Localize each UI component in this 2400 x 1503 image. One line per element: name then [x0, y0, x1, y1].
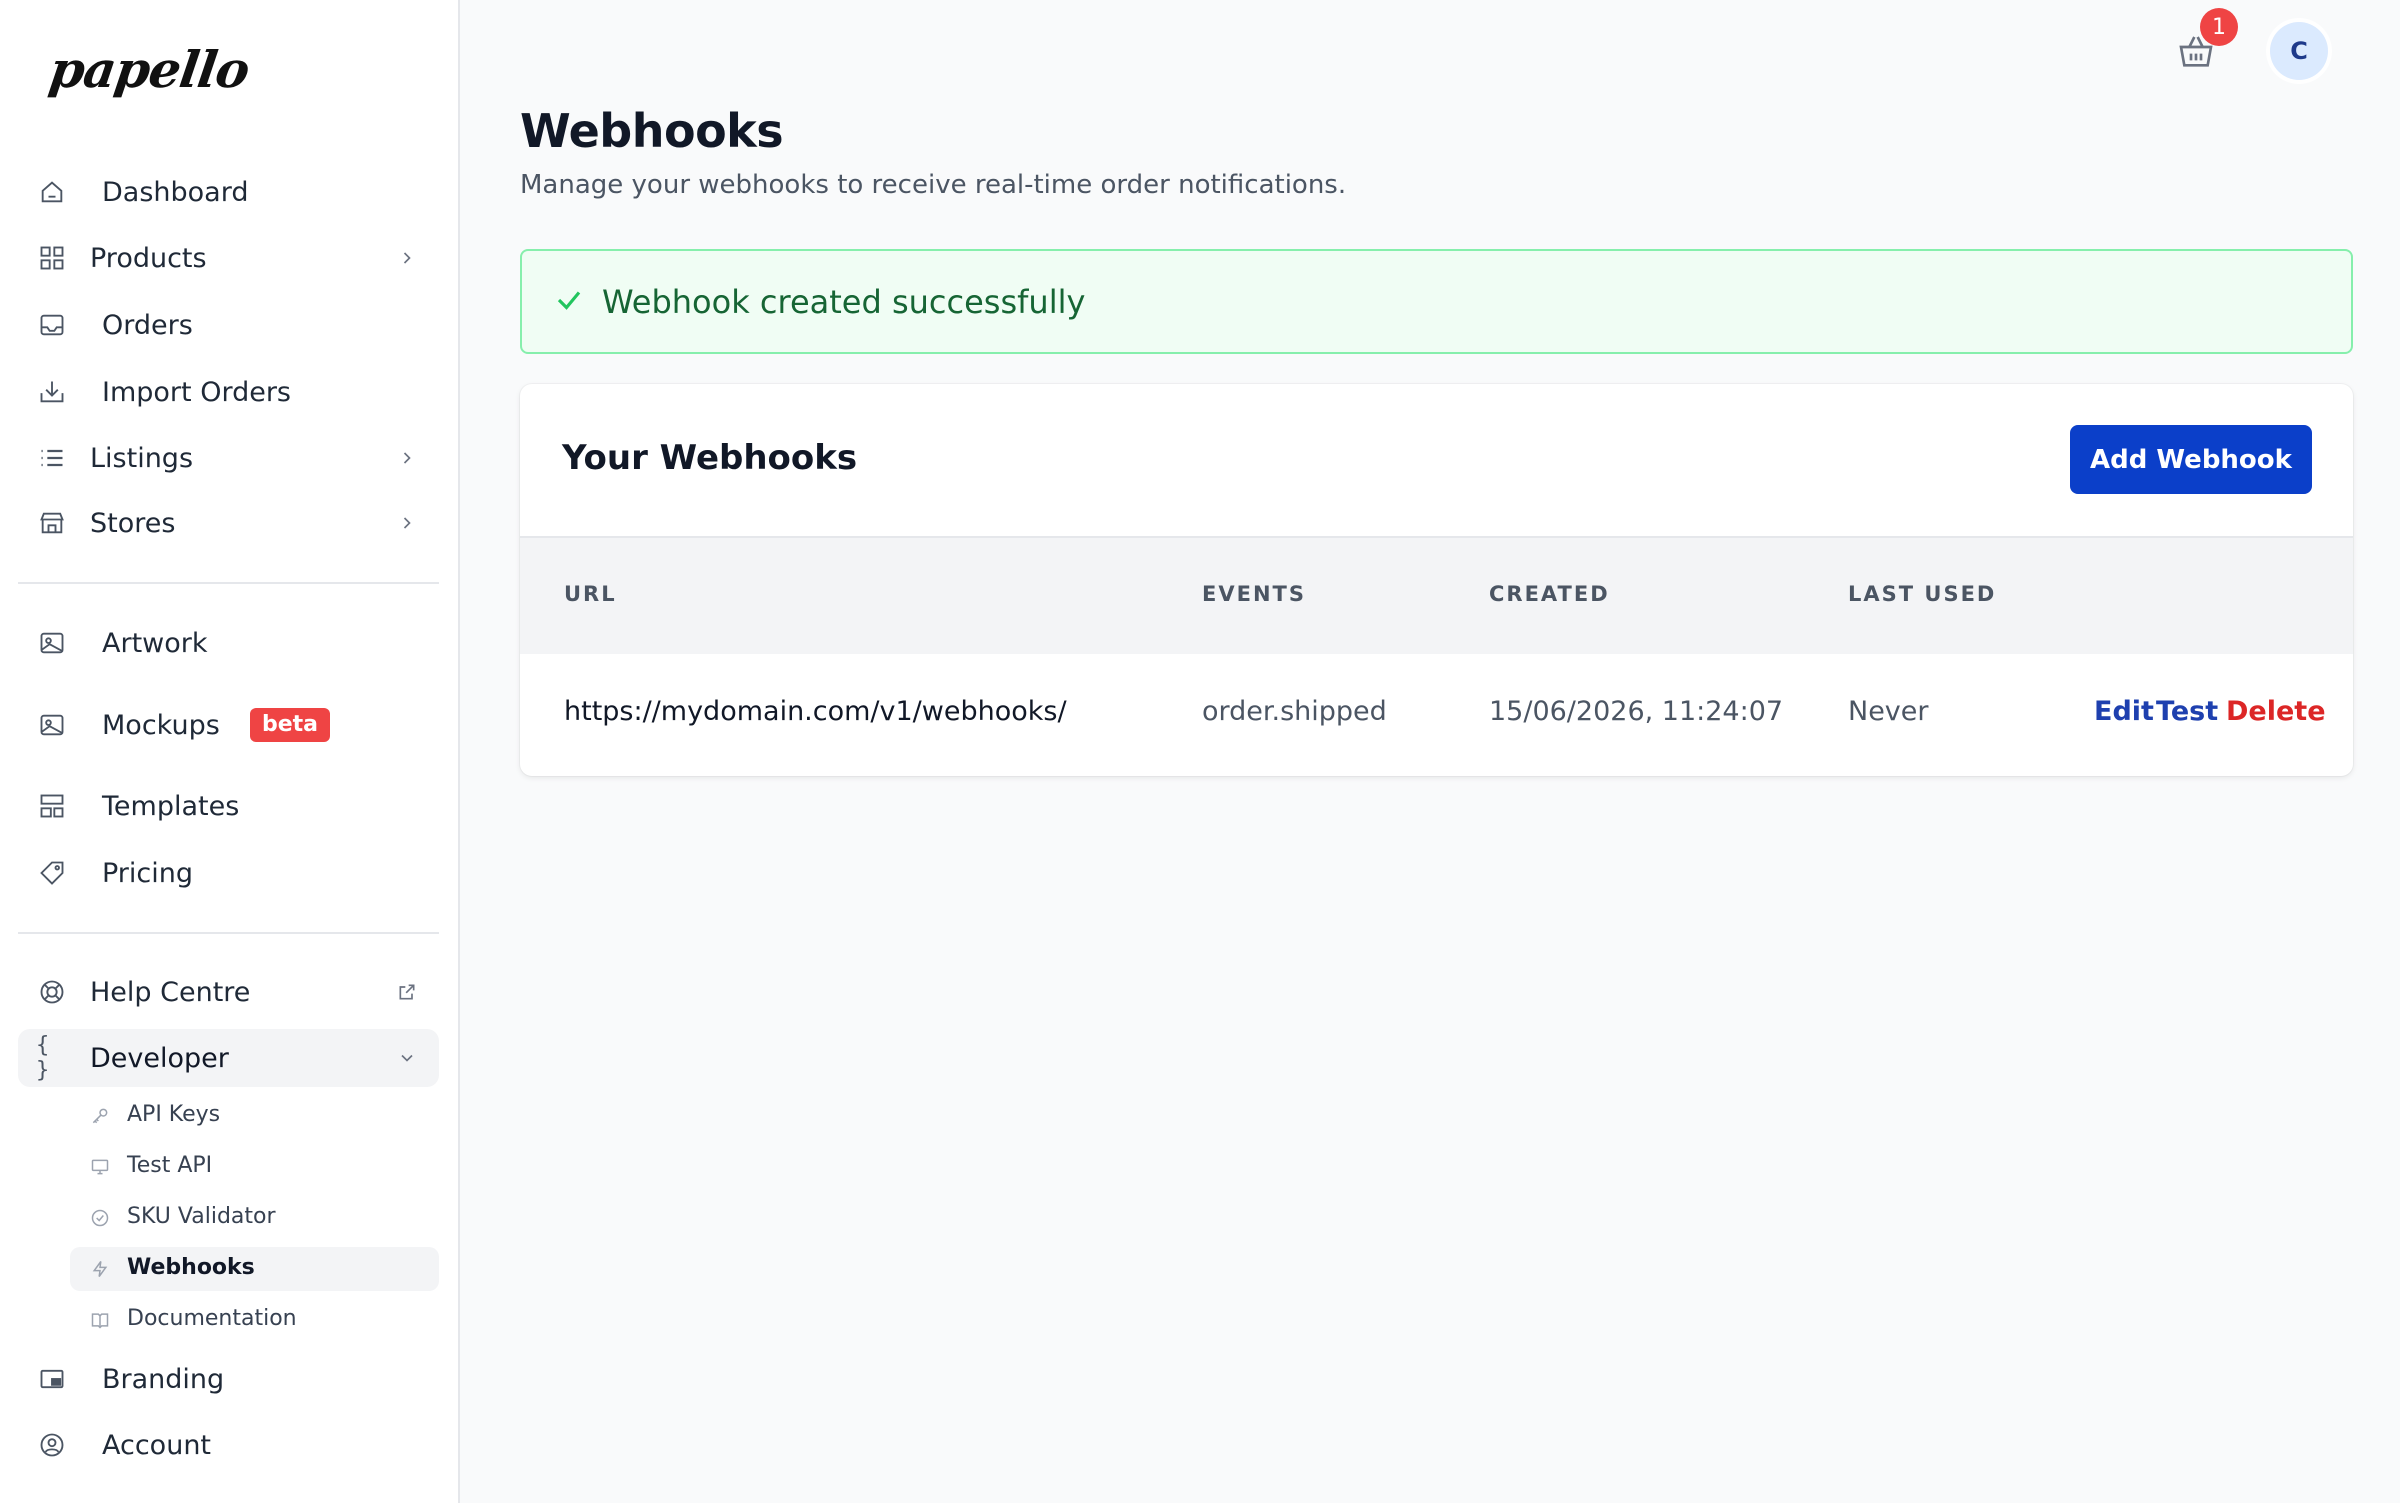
- table-row: https://mydomain.com/v1/webhooks/ order.…: [520, 654, 2353, 776]
- chevron-down-icon: [397, 1048, 417, 1068]
- sidebar-item-label: Account: [102, 1429, 212, 1461]
- sidebar-item-label: Developer: [90, 1042, 229, 1074]
- sidebar-subitem-test-api[interactable]: Test API: [70, 1145, 439, 1189]
- picture-in-picture-icon: [38, 1365, 66, 1393]
- sidebar-subitem-webhooks[interactable]: Webhooks: [70, 1247, 439, 1291]
- webhook-url: https://mydomain.com/v1/webhooks/: [564, 696, 1067, 727]
- sidebar-divider: [18, 932, 439, 934]
- sidebar-item-help-centre[interactable]: Help Centre: [18, 963, 439, 1021]
- list-icon: [38, 444, 66, 472]
- cart-count-badge: 1: [2200, 8, 2238, 46]
- column-header-events: EVENTS: [1202, 582, 1306, 606]
- sidebar-item-products[interactable]: Products: [18, 229, 439, 287]
- sidebar-subitem-api-keys[interactable]: API Keys: [70, 1094, 439, 1138]
- home-icon: [38, 178, 66, 206]
- sidebar-item-developer[interactable]: { } Developer: [18, 1029, 439, 1087]
- beta-badge: beta: [250, 708, 331, 742]
- sidebar-subitem-sku-validator[interactable]: SKU Validator: [70, 1196, 439, 1240]
- delete-link[interactable]: Delete: [2226, 696, 2326, 727]
- sidebar-item-label: Help Centre: [90, 976, 251, 1008]
- sidebar-item-label: Pricing: [102, 857, 194, 889]
- store-icon: [38, 509, 66, 537]
- sidebar-subitem-label: Documentation: [127, 1306, 297, 1331]
- chevron-right-icon: [397, 513, 417, 533]
- sidebar-item-label: Mockups: [102, 709, 220, 741]
- sidebar-item-stores[interactable]: Stores: [18, 494, 439, 552]
- image-icon: [38, 629, 66, 657]
- sidebar-subitem-documentation[interactable]: Documentation: [70, 1298, 439, 1342]
- key-icon: [90, 1106, 110, 1126]
- sidebar-item-dashboard[interactable]: Dashboard: [18, 163, 439, 221]
- sidebar-item-label: Dashboard: [102, 176, 249, 208]
- layout-icon: [38, 792, 66, 820]
- column-header-created: CREATED: [1489, 582, 1610, 606]
- image-icon: [38, 711, 66, 739]
- papello-logo[interactable]: papello: [46, 40, 253, 99]
- import-icon: [38, 378, 66, 406]
- page-title: Webhooks: [520, 104, 784, 158]
- sidebar-subitem-label: API Keys: [127, 1102, 221, 1127]
- card-title: Your Webhooks: [562, 438, 858, 478]
- sidebar-item-import-orders[interactable]: Import Orders: [18, 363, 439, 421]
- check-icon: [554, 285, 584, 315]
- sidebar-subitem-label: Test API: [127, 1153, 213, 1178]
- chevron-right-icon: [397, 248, 417, 268]
- monitor-icon: [90, 1157, 110, 1177]
- external-link-icon: [397, 982, 417, 1002]
- sidebar-item-listings[interactable]: Listings: [18, 429, 439, 487]
- grid-icon: [38, 244, 66, 272]
- column-header-url: URL: [564, 582, 617, 606]
- sidebar: papello Dashboard Products Orders Import…: [0, 0, 460, 1503]
- table-header: URL EVENTS CREATED LAST USED: [520, 536, 2353, 654]
- sidebar-item-pricing[interactable]: Pricing: [18, 844, 439, 902]
- lifebuoy-icon: [38, 978, 66, 1006]
- sidebar-divider: [18, 582, 439, 584]
- sidebar-item-label: Artwork: [102, 627, 208, 659]
- sidebar-item-branding[interactable]: Branding: [18, 1350, 439, 1408]
- sidebar-item-label: Products: [90, 242, 207, 274]
- sidebar-item-label: Orders: [102, 309, 193, 341]
- sidebar-item-orders[interactable]: Orders: [18, 296, 439, 354]
- inbox-icon: [38, 311, 66, 339]
- sidebar-item-account[interactable]: Account: [18, 1416, 439, 1474]
- check-circle-icon: [90, 1208, 110, 1228]
- success-alert: Webhook created successfully: [520, 249, 2353, 354]
- chevron-right-icon: [397, 448, 417, 468]
- webhooks-card: Your Webhooks Add Webhook URL EVENTS CRE…: [520, 384, 2353, 776]
- alert-message: Webhook created successfully: [602, 283, 1086, 321]
- sidebar-item-label: Stores: [90, 507, 176, 539]
- user-circle-icon: [38, 1431, 66, 1459]
- sidebar-subitem-label: Webhooks: [127, 1255, 255, 1280]
- sidebar-item-mockups[interactable]: Mockups beta: [18, 696, 439, 754]
- book-icon: [90, 1310, 110, 1330]
- edit-link[interactable]: Edit: [2094, 696, 2154, 727]
- webhook-events: order.shipped: [1202, 696, 1387, 727]
- sidebar-subitem-label: SKU Validator: [127, 1204, 276, 1229]
- avatar[interactable]: C: [2270, 22, 2328, 80]
- page-subtitle: Manage your webhooks to receive real-tim…: [520, 170, 1347, 200]
- test-link[interactable]: Test: [2156, 696, 2218, 727]
- sidebar-item-label: Listings: [90, 442, 194, 474]
- sidebar-item-label: Branding: [102, 1363, 225, 1395]
- webhook-created: 15/06/2026, 11:24:07: [1489, 696, 1784, 727]
- sidebar-item-label: Import Orders: [102, 376, 291, 408]
- sidebar-item-templates[interactable]: Templates: [18, 777, 439, 835]
- sidebar-item-artwork[interactable]: Artwork: [18, 614, 439, 672]
- column-header-last-used: LAST USED: [1848, 582, 1997, 606]
- bolt-icon: [90, 1259, 110, 1279]
- tag-icon: [38, 859, 66, 887]
- sidebar-item-label: Templates: [102, 790, 240, 822]
- webhook-last-used: Never: [1848, 696, 1929, 727]
- code-braces-icon: { }: [36, 1033, 50, 1083]
- add-webhook-button[interactable]: Add Webhook: [2070, 425, 2312, 494]
